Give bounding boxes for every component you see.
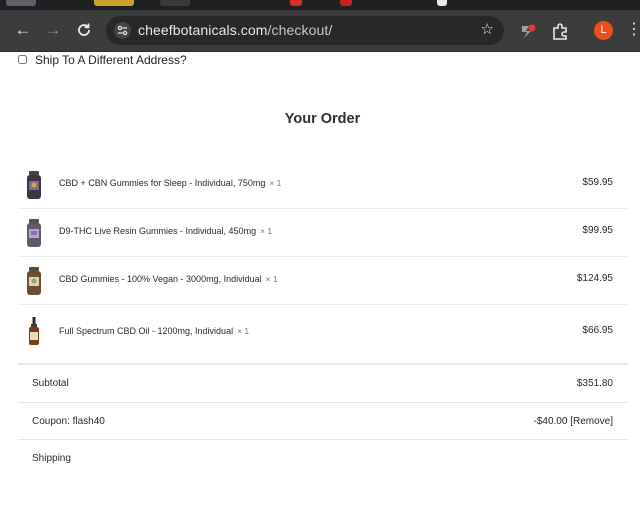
url-path: /checkout/: [267, 22, 333, 38]
tab-fragment[interactable]: [94, 0, 134, 6]
url-text[interactable]: cheefbotanicals.com/checkout/: [138, 22, 332, 38]
back-icon[interactable]: ←: [12, 19, 34, 41]
remove-coupon-link[interactable]: [Remove]: [570, 416, 613, 427]
item-qty: × 1: [237, 326, 250, 336]
ship-different-label: Ship To A Different Address?: [35, 52, 187, 67]
item-title: Full Spectrum CBD Oil - 1200mg, Individu…: [59, 326, 234, 336]
tincture-bottle-icon: [29, 317, 39, 345]
bookmark-star-icon[interactable]: ☆: [481, 20, 494, 38]
tab-fragment[interactable]: [160, 0, 190, 6]
subtotal-row: Subtotal $351.80: [18, 364, 628, 403]
item-qty: × 1: [260, 226, 273, 236]
shipping-row: Shipping: [18, 439, 628, 480]
coupon-row: Coupon: flash40 -$40.00 [Remove]: [18, 402, 628, 440]
ship-different-address[interactable]: Ship To A Different Address?: [18, 52, 187, 67]
order-item: D9-THC Live Resin Gummies - Individual, …: [18, 209, 628, 257]
item-name: CBD Gummies - 100% Vegan - 3000mg, Indiv…: [59, 274, 278, 284]
extensions-puzzle-icon[interactable]: [551, 22, 569, 40]
gummy-jar-icon: [27, 171, 41, 199]
item-name: D9-THC Live Resin Gummies - Individual, …: [59, 226, 272, 236]
tab-fragment[interactable]: [340, 0, 352, 6]
extension-icon[interactable]: [519, 22, 537, 40]
order-title: Your Order: [284, 111, 361, 127]
forward-icon[interactable]: →: [42, 19, 64, 41]
order-item: CBD + CBN Gummies for Sleep - Individual…: [18, 161, 628, 209]
subtotal-value: $351.80: [576, 378, 613, 389]
order-item: CBD Gummies - 100% Vegan - 3000mg, Indiv…: [18, 257, 628, 305]
coupon-value: -$40.00: [533, 416, 568, 427]
item-qty: × 1: [265, 274, 278, 284]
item-price: $59.95: [582, 177, 613, 188]
subtotal-label: Subtotal: [32, 378, 69, 389]
site-settings-icon[interactable]: [114, 22, 131, 39]
item-title: D9-THC Live Resin Gummies - Individual, …: [59, 226, 257, 236]
coupon-amount: -$40.00 [Remove]: [534, 416, 614, 427]
item-title: CBD Gummies - 100% Vegan - 3000mg, Indiv…: [59, 274, 262, 284]
tab-strip: [0, 0, 640, 10]
tab-fragment[interactable]: [290, 0, 302, 6]
gummy-jar-icon: [27, 267, 41, 295]
profile-avatar[interactable]: L: [594, 21, 613, 40]
url-host: cheefbotanicals.com: [138, 22, 268, 38]
shipping-label: Shipping: [32, 453, 71, 464]
address-bar[interactable]: cheefbotanicals.com/checkout/ ☆: [106, 16, 504, 45]
item-name: Full Spectrum CBD Oil - 1200mg, Individu…: [59, 326, 249, 336]
item-price: $99.95: [582, 225, 613, 236]
checkout-page: Ship To A Different Address? Your Order …: [0, 52, 640, 505]
browser-toolbar: ← → cheefbotanicals.com/checkout/ ☆ L ⋮: [0, 10, 640, 52]
item-qty: × 1: [269, 178, 282, 188]
tab-fragment[interactable]: [437, 0, 447, 6]
item-title: CBD + CBN Gummies for Sleep - Individual…: [59, 178, 266, 188]
tab-fragment[interactable]: [6, 0, 36, 6]
coupon-label: Coupon: flash40: [32, 416, 105, 427]
reload-icon[interactable]: [73, 19, 95, 41]
ship-different-checkbox[interactable]: [18, 55, 27, 65]
gummy-jar-icon: [27, 219, 41, 247]
item-price: $66.95: [582, 325, 613, 336]
item-name: CBD + CBN Gummies for Sleep - Individual…: [59, 178, 281, 188]
order-item: Full Spectrum CBD Oil - 1200mg, Individu…: [18, 305, 628, 364]
item-price: $124.95: [576, 273, 613, 284]
browser-menu-icon[interactable]: ⋮: [626, 19, 640, 41]
